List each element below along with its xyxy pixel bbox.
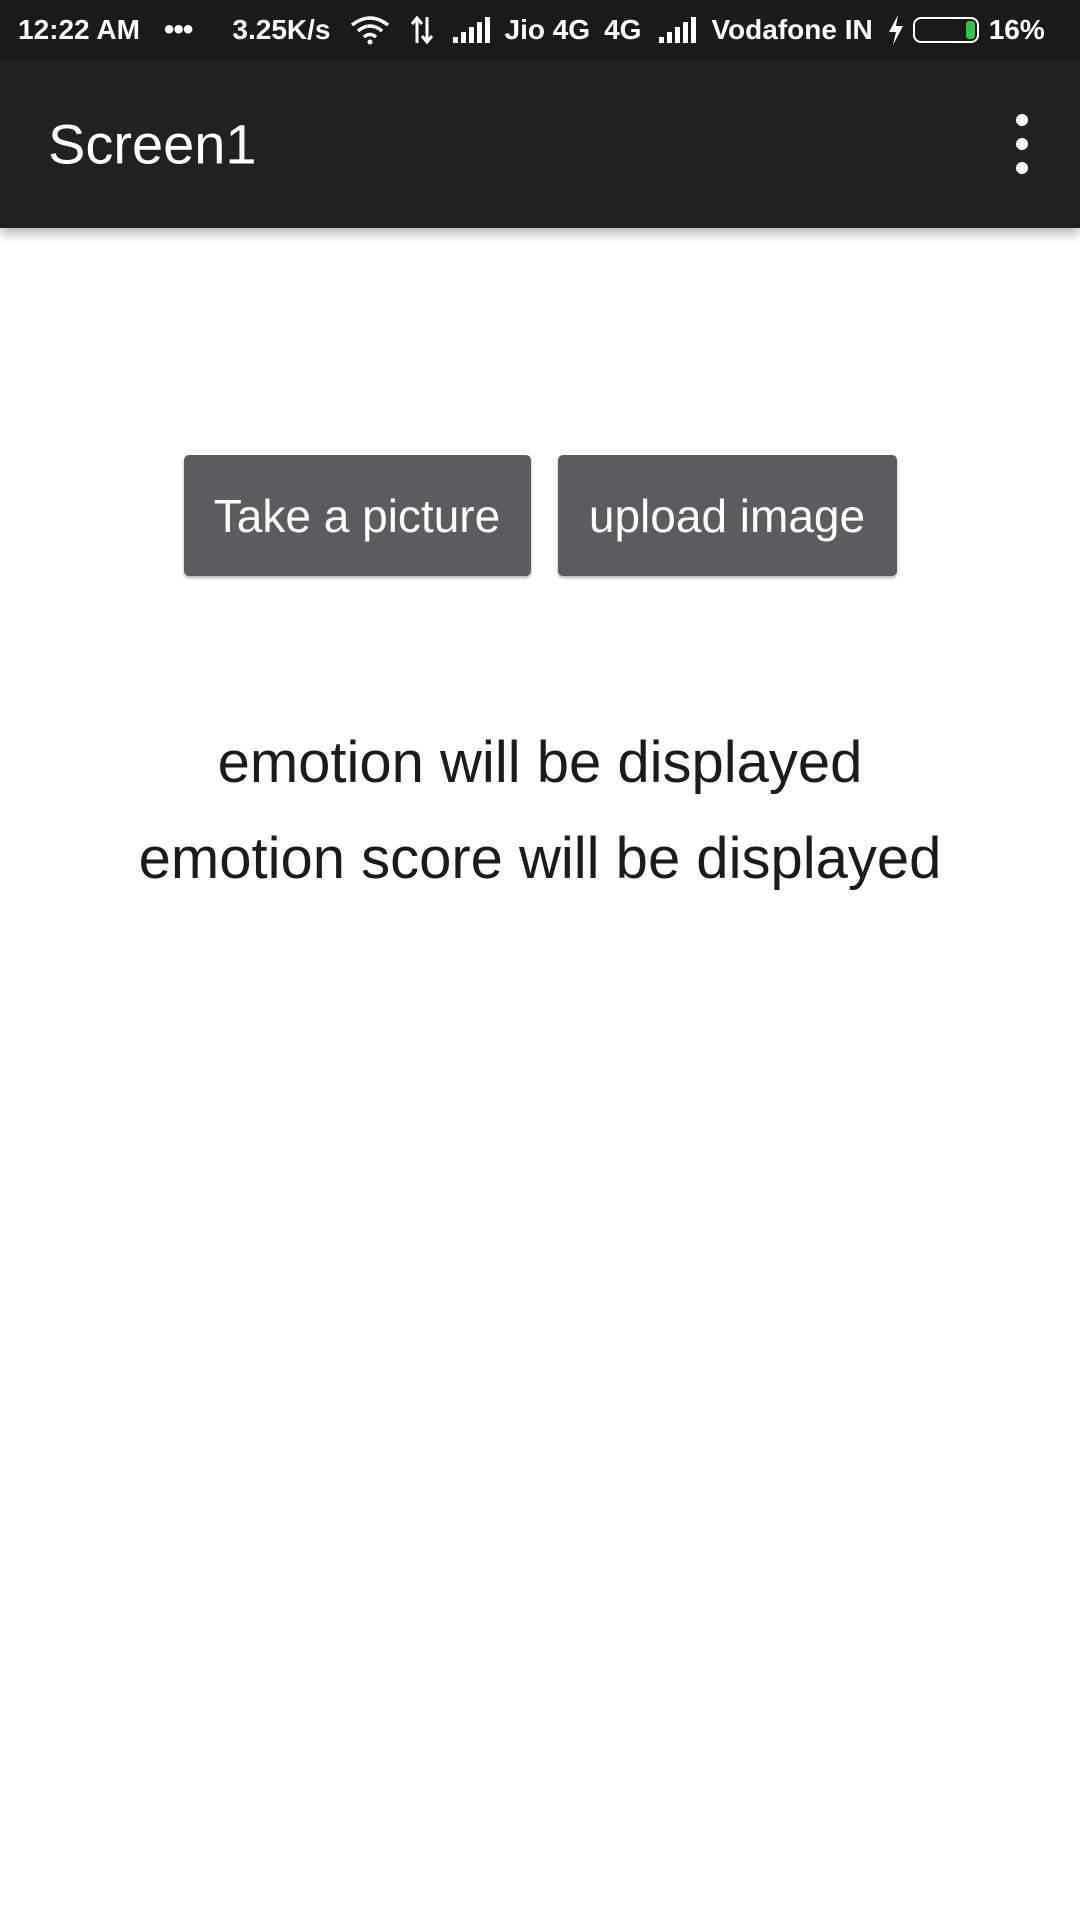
more-notifications-indicator: ••• <box>163 13 193 46</box>
menu-dot <box>1016 162 1028 174</box>
carrier-1-label: Jio 4G <box>504 14 591 45</box>
menu-dot <box>1016 138 1028 150</box>
data-transfer-icon <box>409 15 435 45</box>
menu-dot <box>1016 114 1028 126</box>
status-bar: 12:22 AM ••• 3.25K/s Jio 4G 4G Vodafone … <box>0 0 1080 60</box>
app-bar: Screen1 <box>0 60 1080 228</box>
charging-icon <box>887 15 905 45</box>
signal-icon <box>452 17 491 43</box>
button-row: Take a picture upload image <box>0 455 1080 576</box>
emotion-score-label: emotion score will be displayed <box>138 826 942 891</box>
carrier-2-label: Vodafone IN <box>711 14 873 45</box>
battery-percent: 16% <box>988 14 1045 45</box>
signal-icon <box>659 17 697 43</box>
more-vert-icon[interactable] <box>1004 114 1040 174</box>
main-content: Take a picture upload image emotion will… <box>0 228 1080 1920</box>
take-picture-button[interactable]: Take a picture <box>183 455 531 576</box>
network-type-label: 4G <box>604 14 642 45</box>
upload-image-button[interactable]: upload image <box>557 455 897 576</box>
network-speed: 3.25K/s <box>232 14 331 45</box>
status-time: 12:22 AM <box>18 14 140 45</box>
emotion-label: emotion will be displayed <box>217 730 863 795</box>
battery-level-fill <box>965 21 975 39</box>
wifi-icon <box>349 15 391 45</box>
battery-icon <box>912 17 979 43</box>
app-title: Screen1 <box>48 112 257 176</box>
battery-indicator: 16% <box>887 14 1045 46</box>
